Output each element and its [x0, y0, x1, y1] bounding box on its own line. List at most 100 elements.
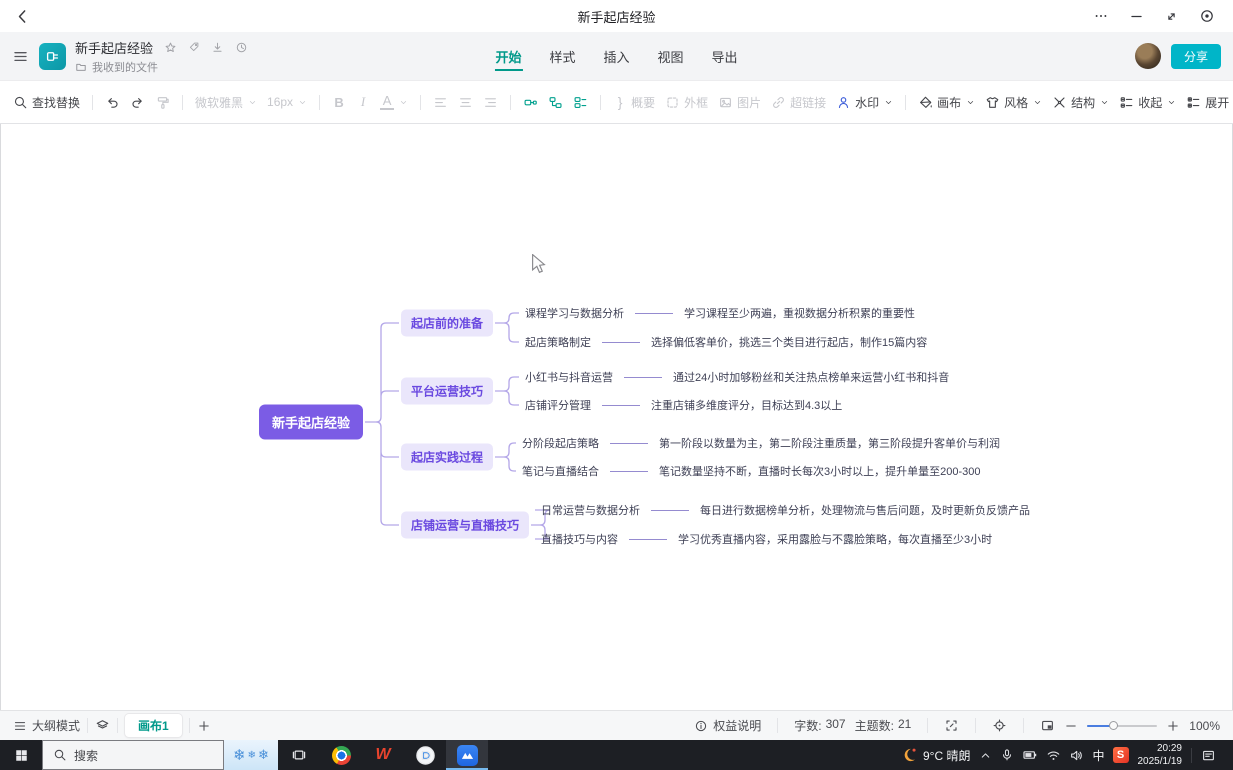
toolbar-insert-subtopic-button[interactable] — [543, 88, 568, 116]
mindmap-detail[interactable]: 选择偏低客单价，挑选三个类目进行起店，制作15篇内容 — [651, 334, 927, 350]
mindmap-subtopic[interactable]: 直播技巧与内容 — [541, 531, 618, 547]
resize-icon[interactable] — [1164, 9, 1179, 24]
divider — [182, 95, 183, 110]
sogou-input-icon[interactable]: S — [1113, 747, 1129, 763]
toolbar-insert-topic-button[interactable] — [518, 88, 543, 116]
layers-icon[interactable] — [95, 718, 110, 733]
toolbar-align-right-button — [478, 88, 503, 116]
download-icon[interactable] — [211, 41, 224, 54]
application-window: 新手起店经验 新手起店经验 我收到的文件 开始样式插入 — [0, 0, 1233, 770]
mindmap-root-node[interactable]: 新手起店经验 — [259, 405, 363, 440]
tab-style[interactable]: 样式 — [548, 42, 576, 71]
toolbar-style-button[interactable]: 风格 — [980, 88, 1047, 116]
toolbar-undo-button[interactable] — [100, 88, 125, 116]
wifi-icon[interactable] — [1046, 748, 1061, 763]
star-icon[interactable] — [164, 41, 177, 54]
zoom-out-icon[interactable] — [1064, 719, 1078, 733]
toolbar-structure-button[interactable]: 结构 — [1047, 88, 1114, 116]
toolbar-insert-sibling-button[interactable] — [568, 88, 593, 116]
rights-info-button[interactable]: 权益说明 — [694, 717, 761, 734]
mindmap-canvas[interactable]: 新手起店经验 起店前的准备 课程学习与数据分析 学习课程至少两遍，重视数据分析积累的重… — [0, 124, 1233, 710]
chrome-app-button[interactable] — [320, 740, 362, 770]
weather-widget-snow[interactable]: ❄ ❄ ❄ — [224, 740, 278, 770]
mindmap-branch-node[interactable]: 店铺运营与直播技巧 — [401, 512, 529, 539]
tab-export[interactable]: 导出 — [711, 42, 739, 71]
mindmap-detail[interactable]: 学习课程至少两遍，重视数据分析积累的重要性 — [684, 305, 915, 321]
show-hidden-icons[interactable] — [979, 749, 992, 762]
volume-icon[interactable] — [1069, 748, 1084, 763]
toolbar-font-color-button: A — [375, 88, 413, 116]
outline-mode-label: 大纲模式 — [32, 717, 80, 734]
mindmap-subtopic[interactable]: 日常运营与数据分析 — [541, 502, 640, 518]
start-button[interactable] — [0, 740, 42, 770]
mindmap-subtopic[interactable]: 起店策略制定 — [525, 334, 591, 350]
mindmap-subtopic[interactable]: 课程学习与数据分析 — [525, 305, 624, 321]
avatar[interactable] — [1135, 43, 1161, 69]
mindmap-detail[interactable]: 学习优秀直播内容，采用露脸与不露脸策略，每次直播至少3小时 — [678, 531, 992, 547]
toolbar-canvas-button[interactable]: 画布 — [913, 88, 980, 116]
zoom-slider[interactable] — [1087, 725, 1157, 727]
mindmap-connector-dash — [610, 471, 648, 472]
mindmap-branch-node[interactable]: 平台运营技巧 — [401, 378, 493, 405]
taskbar-clock[interactable]: 20:29 2025/1/19 — [1138, 742, 1183, 768]
mindmap-detail[interactable]: 注重店铺多维度评分，目标达到4.3以上 — [651, 397, 842, 413]
history-icon[interactable] — [235, 41, 248, 54]
app-logo[interactable] — [39, 43, 66, 70]
toolbar-collapse-button[interactable]: 收起 — [1114, 88, 1181, 116]
toolbar-watermark-button[interactable]: 水印 — [831, 88, 898, 116]
sheet-tab-canvas1[interactable]: 画布1 — [125, 714, 182, 737]
mindmap-branch-node[interactable]: 起店实践过程 — [401, 444, 493, 471]
microphone-icon[interactable] — [1000, 748, 1014, 762]
zoom-slider-knob[interactable] — [1109, 721, 1118, 730]
toolbar-find-replace-button[interactable]: 查找替换 — [8, 88, 85, 116]
mindmap-detail[interactable]: 第一阶段以数量为主，第二阶段注重质量，第三阶段提升客单价与利润 — [659, 435, 1000, 451]
minimize-icon[interactable] — [1129, 9, 1144, 24]
mindmap-child-row: 笔记与直播结合 笔记数量坚持不断，直播时长每次3小时以上，提升单量至200-300 — [522, 463, 981, 479]
undo-icon — [105, 95, 120, 110]
minimap-icon[interactable] — [1040, 718, 1055, 733]
locate-center-icon[interactable] — [992, 718, 1007, 733]
mindmap-subtopic[interactable]: 分阶段起店策略 — [522, 435, 599, 451]
frame-icon — [665, 95, 680, 110]
tag-icon[interactable] — [188, 41, 200, 53]
mindmap-subtopic[interactable]: 小红书与抖音运营 — [525, 369, 613, 385]
tab-view[interactable]: 视图 — [657, 42, 685, 71]
tab-insert[interactable]: 插入 — [602, 42, 630, 71]
share-button[interactable]: 分享 — [1171, 44, 1221, 69]
more-icon[interactable] — [1093, 8, 1109, 24]
action-center-button[interactable] — [1191, 748, 1225, 763]
mindmap-child-row: 店铺评分管理 注重店铺多维度评分，目标达到4.3以上 — [525, 397, 842, 413]
outline-mode-button[interactable]: 大纲模式 — [13, 717, 80, 734]
windows-taskbar: 搜索 ❄ ❄ ❄ W 9°C 晴朗 — [0, 740, 1233, 770]
mindmap-subtopic[interactable]: 笔记与直播结合 — [522, 463, 599, 479]
chevron-down-icon — [966, 98, 975, 107]
taskbar-search-box[interactable]: 搜索 — [42, 740, 224, 770]
menu-icon[interactable] — [12, 48, 29, 65]
ime-indicator[interactable]: 中 — [1092, 747, 1104, 764]
zoom-in-icon[interactable] — [1166, 719, 1180, 733]
divider — [319, 95, 320, 110]
toolbar-redo-button[interactable] — [125, 88, 150, 116]
document-location[interactable]: 我收到的文件 — [92, 59, 158, 75]
mindmap-subtopic[interactable]: 店铺评分管理 — [525, 397, 591, 413]
zoom-level[interactable]: 100% — [1189, 719, 1220, 733]
wps-app-button[interactable]: W — [362, 740, 404, 770]
task-view-button[interactable] — [278, 740, 320, 770]
back-icon[interactable] — [14, 8, 31, 25]
ribbon-tabs: 开始样式插入视图导出 — [494, 32, 738, 80]
record-icon[interactable] — [1199, 8, 1215, 24]
battery-icon[interactable] — [1022, 747, 1038, 763]
browser-app-button[interactable] — [404, 740, 446, 770]
mindmap-detail[interactable]: 通过24小时加够粉丝和关注热点榜单来运营小红书和抖音 — [673, 369, 949, 385]
toolbar-expand-button[interactable]: 展开 — [1181, 88, 1233, 116]
mindmap-app-button[interactable] — [446, 740, 488, 770]
mindmap-detail[interactable]: 笔记数量坚持不断，直播时长每次3小时以上，提升单量至200-300 — [659, 463, 981, 479]
align-left-icon — [433, 95, 448, 110]
weather-tray[interactable]: 9°C 晴朗 — [900, 746, 970, 764]
fit-screen-icon[interactable] — [944, 718, 959, 733]
toolbar-font-size-button: 16px — [262, 88, 312, 116]
tab-home[interactable]: 开始 — [494, 42, 522, 71]
mindmap-branch-node[interactable]: 起店前的准备 — [401, 310, 493, 337]
mindmap-detail[interactable]: 每日进行数据榜单分析，处理物流与售后问题，及时更新负反馈产品 — [700, 502, 1030, 518]
add-sheet-icon[interactable] — [197, 719, 211, 733]
